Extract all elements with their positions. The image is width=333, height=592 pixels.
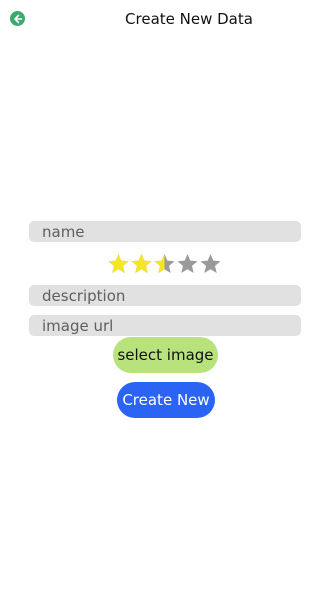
description-input-placeholder: description bbox=[42, 287, 126, 305]
name-input[interactable]: name bbox=[29, 221, 301, 242]
name-input-placeholder: name bbox=[42, 223, 85, 241]
select-image-button[interactable]: select image bbox=[113, 337, 218, 373]
page-title: Create New Data bbox=[125, 10, 253, 28]
star-icon[interactable] bbox=[107, 253, 130, 275]
image-url-input-placeholder: image url bbox=[42, 317, 114, 335]
star-icon[interactable] bbox=[176, 253, 199, 275]
create-new-button[interactable]: Create New bbox=[117, 382, 215, 418]
star-icon[interactable] bbox=[153, 253, 176, 275]
star-icon[interactable] bbox=[199, 253, 222, 275]
star-rating[interactable] bbox=[107, 253, 222, 275]
image-url-input[interactable]: image url bbox=[29, 315, 301, 336]
description-input[interactable]: description bbox=[29, 285, 301, 306]
star-icon[interactable] bbox=[130, 253, 153, 275]
